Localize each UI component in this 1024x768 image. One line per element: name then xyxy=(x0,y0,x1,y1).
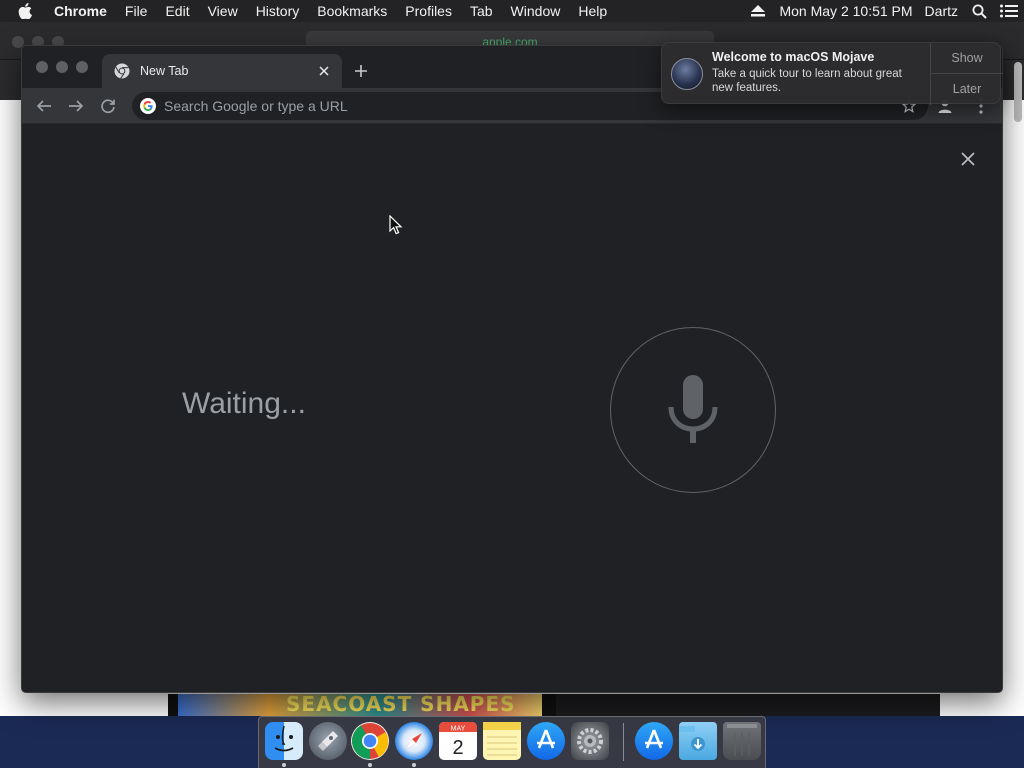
macos-mojave-icon xyxy=(671,58,703,90)
reload-icon[interactable] xyxy=(98,96,118,116)
calendar-month: MAY xyxy=(451,726,466,733)
menu-bar-user[interactable]: Dartz xyxy=(919,0,964,22)
menu-view[interactable]: View xyxy=(199,0,247,22)
microphone-button[interactable] xyxy=(610,327,776,493)
menu-bar: Chrome File Edit View History Bookmarks … xyxy=(0,0,1024,22)
banner-dark-panel xyxy=(556,694,940,716)
mojave-welcome-notification[interactable]: Welcome to macOS Mojave Take a quick tou… xyxy=(661,42,1003,105)
banner-title: SEACOAST SHAPES xyxy=(286,694,516,716)
dock-downloads-folder-icon[interactable] xyxy=(679,722,717,760)
dock-calendar-icon[interactable]: MAY 2 xyxy=(439,722,477,760)
notification-center-icon[interactable] xyxy=(994,4,1024,18)
menu-window[interactable]: Window xyxy=(502,0,570,22)
voice-search-overlay: Waiting... xyxy=(22,125,1002,692)
tab-close-icon[interactable] xyxy=(316,63,332,79)
menu-bookmarks[interactable]: Bookmarks xyxy=(308,0,396,22)
notification-show-button[interactable]: Show xyxy=(931,43,1003,74)
microphone-icon xyxy=(668,375,718,443)
dock-safari-icon[interactable] xyxy=(395,722,433,760)
spotlight-search-icon[interactable] xyxy=(964,4,994,19)
apple-menu-icon[interactable] xyxy=(18,3,36,19)
dock-system-preferences-icon[interactable] xyxy=(571,722,609,760)
tab-title: New Tab xyxy=(140,64,189,78)
dock-finder-icon[interactable] xyxy=(265,722,303,760)
banner-artwork: SEACOAST SHAPES xyxy=(178,694,542,716)
window-minimize-button[interactable] xyxy=(56,61,68,73)
notification-title: Welcome to macOS Mojave xyxy=(712,50,875,64)
mouse-pointer-icon xyxy=(389,215,403,235)
notification-actions: Show Later xyxy=(930,43,1003,105)
dock-separator xyxy=(623,723,624,761)
menu-edit[interactable]: Edit xyxy=(156,0,198,22)
background-scrollbar[interactable] xyxy=(1014,62,1022,122)
new-tab-plus-icon[interactable] xyxy=(352,62,370,80)
chrome-icon xyxy=(114,63,130,79)
back-arrow-icon[interactable] xyxy=(34,96,54,116)
menu-app-name[interactable]: Chrome xyxy=(54,0,116,22)
menu-bar-clock[interactable]: Mon May 2 10:51 PM xyxy=(773,0,918,22)
notification-body: Take a quick tour to learn about great n… xyxy=(712,68,902,94)
menu-tab[interactable]: Tab xyxy=(461,0,502,22)
eject-icon[interactable] xyxy=(743,5,773,17)
dock-running-indicator xyxy=(412,763,416,767)
google-g-icon xyxy=(140,98,156,114)
voice-search-close-icon[interactable] xyxy=(958,149,978,169)
calendar-day: 2 xyxy=(452,737,463,759)
window-close-button[interactable] xyxy=(36,61,48,73)
dock-launchpad-icon[interactable] xyxy=(309,722,347,760)
dock-notes-icon[interactable] xyxy=(483,722,521,760)
window-zoom-button[interactable] xyxy=(76,61,88,73)
chrome-window: New Tab Search Google or type a URL Wait… xyxy=(21,45,1003,693)
dock-trash-icon[interactable] xyxy=(723,722,761,760)
menu-profiles[interactable]: Profiles xyxy=(396,0,461,22)
dock-app-store-downloads-icon[interactable] xyxy=(635,722,673,760)
dock: MAY 2 xyxy=(258,716,766,768)
forward-arrow-icon[interactable] xyxy=(66,96,86,116)
dock-app-store-icon[interactable] xyxy=(527,722,565,760)
menu-help[interactable]: Help xyxy=(569,0,616,22)
menu-bar-status-area: Mon May 2 10:51 PM Dartz xyxy=(743,0,1024,22)
background-page-banner: SEACOAST SHAPES xyxy=(168,694,940,716)
menu-file[interactable]: File xyxy=(116,0,157,22)
dock-chrome-icon[interactable] xyxy=(351,722,389,760)
tab-new-tab[interactable]: New Tab xyxy=(102,54,342,88)
notification-later-button[interactable]: Later xyxy=(931,74,1003,105)
voice-search-status: Waiting... xyxy=(182,387,306,420)
dock-running-indicator xyxy=(368,763,372,767)
dock-running-indicator xyxy=(282,763,286,767)
menu-history[interactable]: History xyxy=(247,0,309,22)
